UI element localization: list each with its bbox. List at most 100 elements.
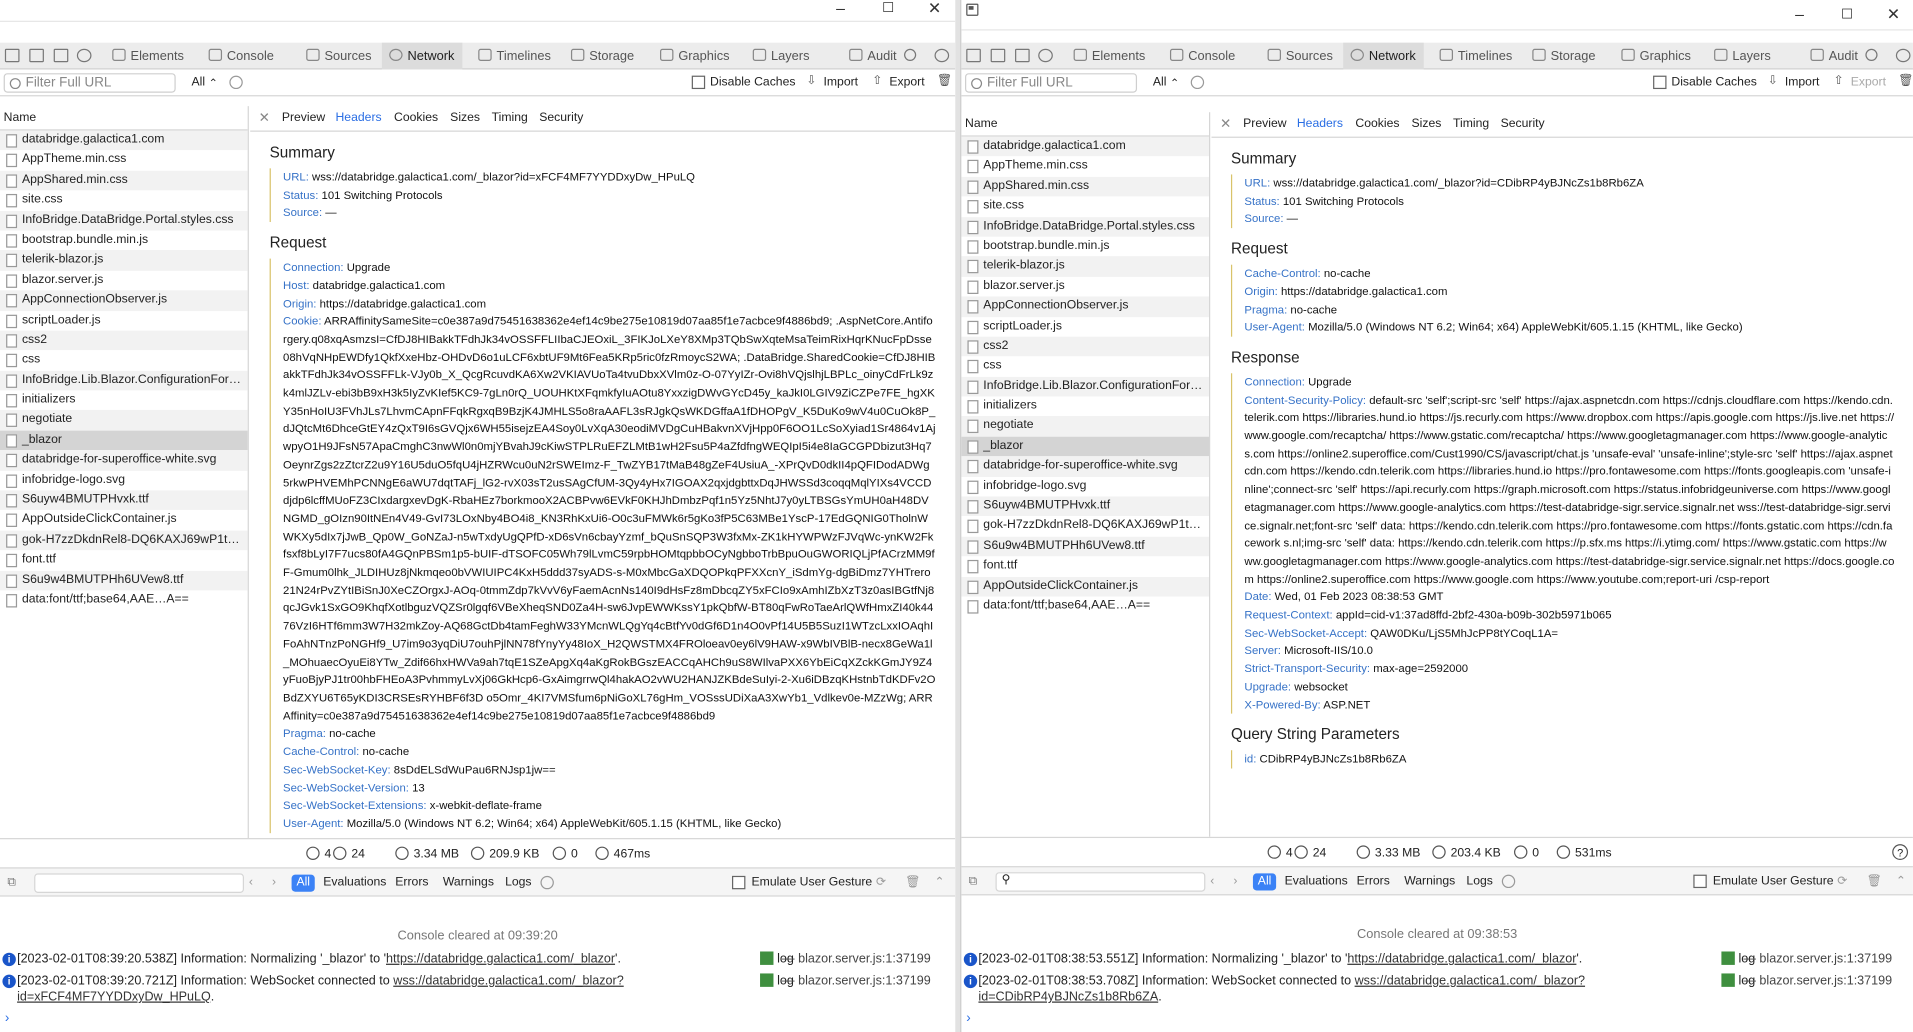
- list-item[interactable]: gok-H7zzDkdnRel8-DQ6KAXJ69wP1tGnf…: [961, 517, 1209, 537]
- tab-console[interactable]: Console: [1163, 43, 1243, 70]
- export-button[interactable]: Export: [1851, 74, 1886, 91]
- list-item[interactable]: S6u9w4BMUTPHh6UVew8.ttf: [0, 570, 248, 591]
- inspect-icon[interactable]: [76, 48, 92, 63]
- list-item[interactable]: S6u9w4BMUTPHh6UVew8.ttf: [961, 536, 1210, 557]
- close-button[interactable]: ✕: [917, 0, 951, 17]
- tab-layers[interactable]: Layers: [745, 43, 816, 70]
- tab-layers[interactable]: Layers: [1707, 43, 1778, 70]
- list-item[interactable]: data:font/ttf;base64,AAE…A==: [0, 590, 248, 610]
- console-filter-evaluations[interactable]: Evaluations: [323, 875, 386, 892]
- list-item[interactable]: S6uyw4BMUTPHvxk.ttf: [961, 496, 1210, 517]
- tab-sources[interactable]: Sources: [299, 43, 379, 70]
- group-media-icon[interactable]: [1190, 75, 1205, 90]
- console-options-icon[interactable]: [540, 875, 554, 890]
- list-header-name[interactable]: Name: [0, 106, 248, 131]
- history-forward-icon[interactable]: ›: [272, 875, 276, 892]
- inspect-icon[interactable]: [1038, 48, 1053, 63]
- list-item[interactable]: InfoBridge.Lib.Blazor.ConfigurationForm.…: [0, 370, 248, 391]
- list-item[interactable]: AppOutsideClickContainer.js: [961, 576, 1210, 597]
- list-item[interactable]: AppTheme.min.css: [0, 151, 248, 171]
- tab-storage[interactable]: Storage: [1525, 43, 1603, 70]
- list-item[interactable]: databridge.galactica1.com: [0, 130, 248, 151]
- dock-bottom-icon[interactable]: [29, 48, 44, 63]
- list-item[interactable]: infobridge-logo.svg: [0, 470, 248, 490]
- list-item[interactable]: AppTheme.min.css: [961, 157, 1209, 177]
- list-item[interactable]: scriptLoader.js: [961, 317, 1209, 337]
- console-filter-errors[interactable]: Errors: [1357, 873, 1390, 890]
- detail-tab-sizes[interactable]: Sizes: [1412, 116, 1442, 133]
- list-item[interactable]: negotiate: [0, 410, 248, 431]
- minimize-button[interactable]: –: [823, 0, 857, 17]
- list-item[interactable]: _blazor: [961, 436, 1210, 457]
- console-drawer-icon[interactable]: ⧉: [969, 873, 978, 890]
- help-icon[interactable]: ?: [1892, 844, 1909, 861]
- export-button[interactable]: Export: [889, 74, 924, 91]
- list-item[interactable]: AppShared.min.css: [0, 170, 248, 191]
- dock-side-icon[interactable]: [966, 48, 981, 63]
- console-filter-errors[interactable]: Errors: [395, 875, 428, 892]
- close-detail-icon[interactable]: ✕: [1220, 116, 1231, 132]
- filter-input[interactable]: Filter Full URL: [965, 73, 1138, 93]
- log-source[interactable]: — blazor.server.js:1:37199: [782, 973, 931, 989]
- detail-tab-cookies[interactable]: Cookies: [394, 110, 438, 127]
- console-filter-logs[interactable]: Logs: [505, 875, 531, 892]
- dock-bottom-icon[interactable]: [990, 48, 1006, 63]
- resource-type-select[interactable]: All: [1153, 73, 1167, 93]
- detail-tab-timing[interactable]: Timing: [492, 110, 528, 127]
- list-item[interactable]: AppOutsideClickContainer.js: [0, 510, 248, 530]
- disable-caches-checkbox[interactable]: [1653, 75, 1667, 90]
- tab-sources[interactable]: Sources: [1260, 43, 1340, 70]
- list-item[interactable]: scriptLoader.js: [0, 310, 248, 330]
- log-link[interactable]: wss://databridge.galactica1.com/_blazor?: [1355, 975, 1585, 988]
- list-item[interactable]: databridge-for-superoffice-white.svg: [961, 456, 1210, 477]
- console-filter-input[interactable]: ⚲: [995, 872, 1206, 892]
- clear-console-icon[interactable]: 🗑: [905, 875, 920, 892]
- history-back-icon[interactable]: ‹: [1210, 873, 1214, 890]
- import-icon[interactable]: ⇩: [1768, 74, 1778, 87]
- list-item[interactable]: AppShared.min.css: [961, 176, 1210, 197]
- history-forward-icon[interactable]: ›: [1233, 873, 1237, 890]
- collapse-icon[interactable]: ⌃: [1896, 873, 1906, 890]
- search-icon[interactable]: [904, 48, 917, 61]
- list-item[interactable]: bootstrap.bundle.min.js: [961, 237, 1209, 257]
- import-button[interactable]: Import: [1785, 74, 1820, 91]
- search-icon[interactable]: [1865, 48, 1878, 61]
- minimize-button[interactable]: –: [1782, 5, 1816, 23]
- list-item[interactable]: font.ttf: [961, 557, 1209, 577]
- detail-tab-preview[interactable]: Preview: [282, 110, 325, 127]
- tab-audit[interactable]: Audit: [1803, 43, 1865, 70]
- list-item[interactable]: telerik-blazor.js: [961, 256, 1210, 277]
- list-item[interactable]: InfoBridge.DataBridge.Portal.styles.css: [0, 210, 248, 231]
- tab-storage[interactable]: Storage: [564, 43, 642, 70]
- list-item[interactable]: databridge.galactica1.com: [961, 136, 1210, 157]
- detail-tab-timing[interactable]: Timing: [1453, 116, 1489, 133]
- filter-input[interactable]: Filter Full URL: [3, 73, 176, 93]
- tab-elements[interactable]: Elements: [105, 43, 191, 70]
- tab-graphics[interactable]: Graphics: [1614, 43, 1698, 70]
- detail-tab-headers[interactable]: Headers: [1297, 116, 1343, 133]
- import-button[interactable]: Import: [823, 74, 858, 91]
- log-source[interactable]: — blazor.server.js:1:37199: [1743, 951, 1892, 967]
- detail-tab-preview[interactable]: Preview: [1243, 116, 1286, 133]
- tab-graphics[interactable]: Graphics: [653, 43, 737, 70]
- list-item[interactable]: data:font/ttf;base64,AAE…A==: [961, 596, 1209, 616]
- list-item[interactable]: telerik-blazor.js: [0, 250, 248, 271]
- list-item[interactable]: site.css: [0, 191, 248, 211]
- collapse-icon[interactable]: ⌃: [935, 875, 945, 892]
- settings-gear-icon[interactable]: [1895, 48, 1911, 63]
- tab-network[interactable]: Network: [381, 42, 462, 70]
- console-drawer-icon[interactable]: ⧉: [7, 875, 16, 892]
- log-link[interactable]: https://databridge.galactica1.com/_blazo…: [386, 953, 615, 966]
- clear-network-icon[interactable]: 🗑: [937, 74, 952, 87]
- log-source[interactable]: — blazor.server.js:1:37199: [1743, 973, 1892, 989]
- maximize-button[interactable]: ☐: [1830, 6, 1864, 23]
- export-icon[interactable]: ⇧: [872, 74, 882, 87]
- console-filter-all[interactable]: All: [291, 874, 315, 892]
- list-item[interactable]: blazor.server.js: [961, 277, 1209, 297]
- tab-timelines[interactable]: Timelines: [1432, 43, 1519, 70]
- dock-side-icon[interactable]: [4, 48, 20, 63]
- log-link-continued[interactable]: id=xFCF4MF7YYDDxyDw_HPuLQ: [17, 991, 211, 1004]
- list-item[interactable]: negotiate: [961, 416, 1210, 437]
- list-item[interactable]: css: [0, 350, 248, 370]
- clear-console-icon[interactable]: 🗑: [1867, 873, 1882, 890]
